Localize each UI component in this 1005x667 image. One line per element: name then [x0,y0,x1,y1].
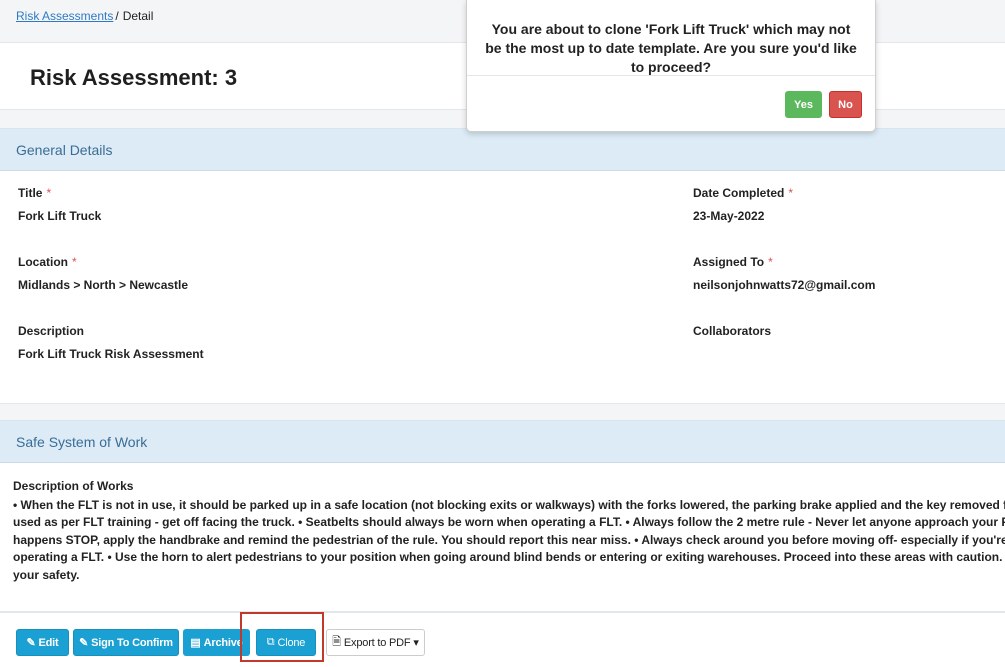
page-title: Risk Assessment: 3 [30,65,238,90]
breadcrumb: Risk Assessments / Detail [16,9,153,23]
works-line: used as per FLT training - get off facin… [13,515,1005,530]
location-label: Location [18,255,68,269]
works-line: • When the FLT is not in use, it should … [13,497,1005,512]
description-field: Description Fork Lift Truck Risk Assessm… [18,324,204,361]
date-completed-label: Date Completed [693,186,785,200]
required-marker: * [46,186,52,200]
required-marker: * [768,255,773,269]
edit-button[interactable]: ✎ Edit [16,629,69,656]
archive-label: Archive [203,636,243,649]
works-line: happens STOP, apply the handbrake and re… [13,532,1005,547]
description-of-works: Description of Works • When the FLT is n… [13,478,1005,585]
description-label: Description [18,324,85,338]
description-value: Fork Lift Truck Risk Assessment [18,347,204,361]
safe-system-section: Safe System of Work Description of Works… [0,420,1005,612]
breadcrumb-link-risk-assessments[interactable]: Risk Assessments [16,9,113,23]
required-marker: * [72,255,77,269]
clone-highlight-box [240,612,324,662]
clone-confirm-dialog: You are about to clone 'Fork Lift Truck'… [466,0,876,132]
dialog-message: You are about to clone 'Fork Lift Truck'… [467,0,875,76]
assigned-to-value: neilsonjohnwatts72@gmail.com [693,278,876,292]
action-bar: ✎ Edit ✎ Sign To Confirm ▤ Archive ⧉ Clone 🗎… [0,612,1005,667]
description-of-works-label: Description of Works [13,479,134,493]
required-marker: * [788,186,794,200]
safe-system-header: Safe System of Work [0,421,1005,463]
collaborators-label: Collaborators [693,324,772,338]
general-details-header: General Details [0,129,1005,171]
no-button[interactable]: No [829,91,862,118]
edit-icon: ✎ [26,637,36,649]
archive-icon: ▤ [190,637,201,649]
breadcrumb-current: Detail [122,9,154,23]
title-value: Fork Lift Truck [18,209,102,223]
assigned-to-label: Assigned To [693,255,765,269]
date-completed-field: Date Completed * 23-May-2022 [693,186,793,223]
location-value: Midlands > North > Newcastle [18,278,189,292]
breadcrumb-separator: / [115,9,119,23]
location-field: Location * Midlands > North > Newcastle [18,255,188,292]
title-label: Title [18,186,43,200]
export-to-pdf-label: Export to PDF [343,636,411,649]
general-details-section: General Details Title * Fork Lift Truck D… [0,128,1005,404]
edit-icon: ✎ [79,637,89,649]
works-line: your safety. [13,567,80,582]
sign-to-confirm-label: Sign To Confirm [91,636,173,649]
export-to-pdf-dropdown[interactable]: 🗎 Export to PDF ▾ [326,629,425,656]
sign-to-confirm-button[interactable]: ✎ Sign To Confirm [73,629,179,656]
caret-down-icon: ▾ [413,637,419,649]
works-line: operating a FLT. • Use the horn to alert… [13,550,1005,565]
title-field: Title * Fork Lift Truck [18,186,101,223]
file-pdf-icon: 🗎 [332,636,341,648]
assigned-to-field: Assigned To * neilsonjohnwatts72@gmail.co… [693,255,875,292]
yes-button[interactable]: Yes [785,91,822,118]
collaborators-field: Collaborators [693,324,771,338]
edit-label: Edit [38,636,59,649]
date-completed-value: 23-May-2022 [693,209,765,223]
